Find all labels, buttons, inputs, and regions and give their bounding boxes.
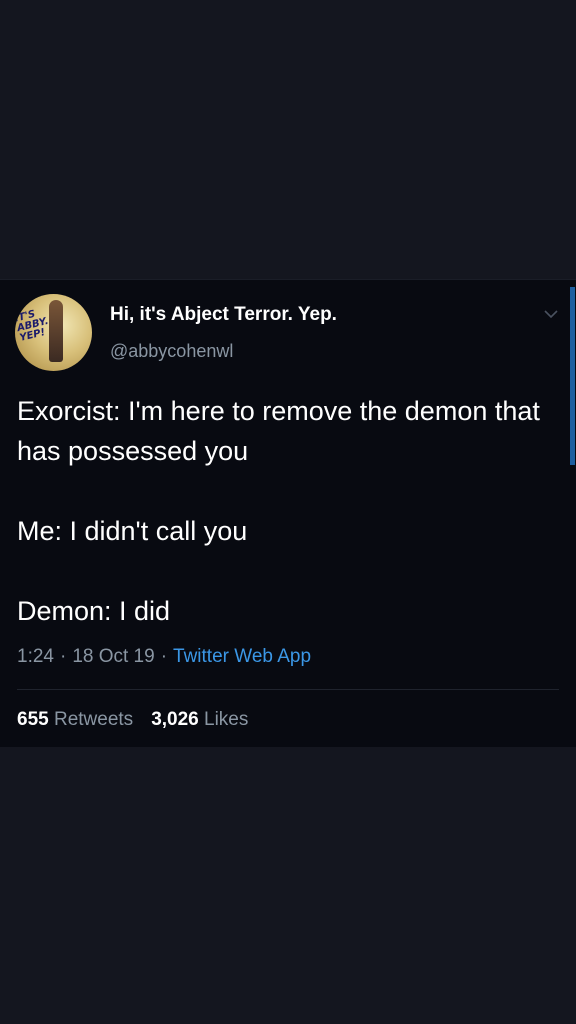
display-name[interactable]: Hi, it's Abject Terror. Yep. <box>110 304 337 326</box>
likes-stat[interactable]: 3,026 Likes <box>151 709 248 730</box>
tweet-text: Exorcist: I'm here to remove the demon t… <box>17 391 562 631</box>
meta-separator: · <box>59 646 67 667</box>
scrollbar[interactable] <box>570 287 575 465</box>
likes-label: Likes <box>204 709 249 730</box>
chevron-down-icon[interactable] <box>543 307 559 321</box>
tweet-line: Exorcist: I'm here to remove the demon t… <box>17 396 540 466</box>
tweet-line: Me: I didn't call you <box>17 516 248 546</box>
tweet-meta: 1:24 · 18 Oct 19 · Twitter Web App <box>17 646 311 668</box>
screen: IT'S ABBY. YEP! Hi, it's Abject Terror. … <box>0 0 576 1024</box>
tweet-time: 1:24 <box>17 646 54 667</box>
divider <box>17 689 559 690</box>
likes-count: 3,026 <box>151 709 199 730</box>
user-handle[interactable]: @abbycohenwl <box>110 341 233 362</box>
retweets-label: Retweets <box>53 709 134 730</box>
retweets-count: 655 <box>17 709 49 730</box>
tweet-stats: 655 Retweets 3,026 Likes <box>17 709 248 731</box>
tweet-date: 18 Oct 19 <box>72 646 155 667</box>
tweet-source-link[interactable]: Twitter Web App <box>173 646 311 667</box>
tweet-line: Demon: I did <box>17 596 171 626</box>
avatar[interactable]: IT'S ABBY. YEP! <box>15 294 92 371</box>
tweet-card: IT'S ABBY. YEP! Hi, it's Abject Terror. … <box>0 279 576 747</box>
meta-separator: · <box>160 646 168 667</box>
retweets-stat[interactable]: 655 Retweets <box>17 709 133 730</box>
